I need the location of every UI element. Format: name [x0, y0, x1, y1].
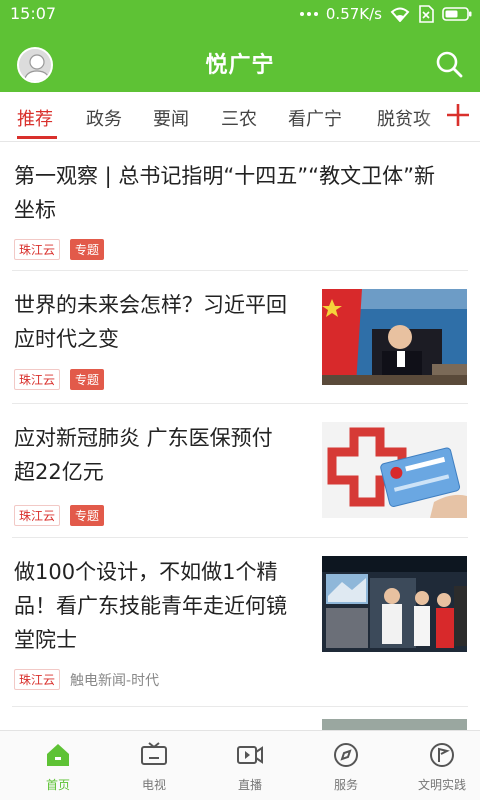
- bottom-navigation: 首页 电视 直播 服务 文明实践: [0, 730, 480, 800]
- compass-icon: [334, 743, 358, 767]
- news-item[interactable]: 第一观察 | 总书记指明“十四五”“教文卫体”新 坐标 珠江云 专题: [0, 142, 480, 271]
- add-channel-button[interactable]: [444, 100, 472, 130]
- topic-tag: 专题: [70, 239, 105, 260]
- source-tag: 珠江云: [14, 669, 61, 690]
- tab-government[interactable]: 政务: [86, 105, 122, 131]
- news-meta: 珠江云 专题: [14, 239, 105, 260]
- news-thumbnail[interactable]: [322, 289, 467, 385]
- news-item[interactable]: 做100个设计，不如做1个精 品！看广东技能青年走近何镜 堂院士 珠江云 触电新…: [0, 538, 480, 707]
- network-speed: 0.57K/s: [325, 5, 382, 23]
- medical-insurance-card-image: [322, 422, 467, 518]
- tab-headlines[interactable]: 要闻: [153, 105, 189, 131]
- news-source-text: 触电新闻-时代: [70, 672, 160, 689]
- live-video-icon: [237, 746, 263, 764]
- nav-live[interactable]: 直播: [202, 731, 298, 800]
- nav-tv[interactable]: 电视: [106, 731, 202, 800]
- source-tag: 珠江云: [14, 239, 61, 260]
- news-image: [322, 719, 467, 730]
- news-item[interactable]: 世界的未来会怎样？习近平回 应时代之变 珠江云 专题: [0, 271, 480, 404]
- news-title: 第一观察 | 总书记指明“十四五”“教文卫体”新 坐标: [14, 164, 435, 222]
- app-bar: 悦广宁: [0, 28, 480, 92]
- news-title: 应对新冠肺炎 广东医保预付 超22亿元: [14, 426, 273, 484]
- news-title-partial: [14, 717, 314, 730]
- exhibition-visit-image: [322, 556, 467, 652]
- nav-home[interactable]: 首页: [10, 731, 106, 800]
- nav-label: 服务: [333, 778, 358, 792]
- nav-label: 首页: [45, 778, 70, 792]
- nav-label: 直播: [237, 778, 262, 792]
- tab-agriculture[interactable]: 三农: [221, 105, 257, 131]
- wifi-icon: [390, 6, 410, 22]
- news-title: 世界的未来会怎样？习近平回 应时代之变: [14, 293, 287, 351]
- news-meta: 珠江云 触电新闻-时代: [14, 669, 159, 690]
- news-feed: 第一观察 | 总书记指明“十四五”“教文卫体”新 坐标 珠江云 专题 世界的未来…: [0, 142, 480, 730]
- status-bar: 15:07 0.57K/s: [0, 0, 480, 28]
- tv-icon: [141, 742, 167, 765]
- news-thumbnail[interactable]: [322, 422, 467, 518]
- news-thumbnail[interactable]: [322, 556, 467, 652]
- active-tab-indicator: [17, 136, 57, 139]
- app-title: 悦广宁: [205, 53, 275, 78]
- nav-civilization[interactable]: 文明实践: [394, 731, 480, 800]
- status-time: 15:07: [10, 4, 57, 23]
- battery-icon: [442, 7, 472, 21]
- topic-tag: 专题: [70, 505, 105, 526]
- plus-icon: [447, 104, 469, 126]
- search-button[interactable]: [435, 50, 463, 78]
- flag-speech-image: [322, 289, 467, 385]
- topic-tag: 专题: [70, 369, 105, 390]
- tab-guangning[interactable]: 看广宁: [288, 105, 342, 131]
- more-dots-icon: [299, 12, 318, 16]
- channel-tabs: 推荐 政务 要闻 三农 看广宁 脱贫攻: [0, 92, 480, 142]
- source-tag: 珠江云: [14, 369, 61, 390]
- tab-recommend[interactable]: 推荐: [17, 105, 53, 131]
- news-item[interactable]: [0, 707, 480, 730]
- flag-badge-icon: [430, 743, 454, 767]
- no-sim-icon: [418, 5, 434, 23]
- home-icon: [47, 744, 69, 766]
- news-thumbnail[interactable]: [322, 719, 467, 730]
- news-item[interactable]: 应对新冠肺炎 广东医保预付 超22亿元 珠江云 专题: [0, 404, 480, 538]
- news-meta: 珠江云 专题: [14, 369, 105, 390]
- search-icon: [436, 51, 463, 78]
- source-tag: 珠江云: [14, 505, 61, 526]
- nav-service[interactable]: 服务: [298, 731, 394, 800]
- news-meta: 珠江云 专题: [14, 505, 105, 526]
- nav-label: 电视: [141, 778, 166, 792]
- news-title: 做100个设计，不如做1个精 品！看广东技能青年走近何镜 堂院士: [14, 560, 287, 652]
- nav-label: 文明实践: [417, 778, 466, 792]
